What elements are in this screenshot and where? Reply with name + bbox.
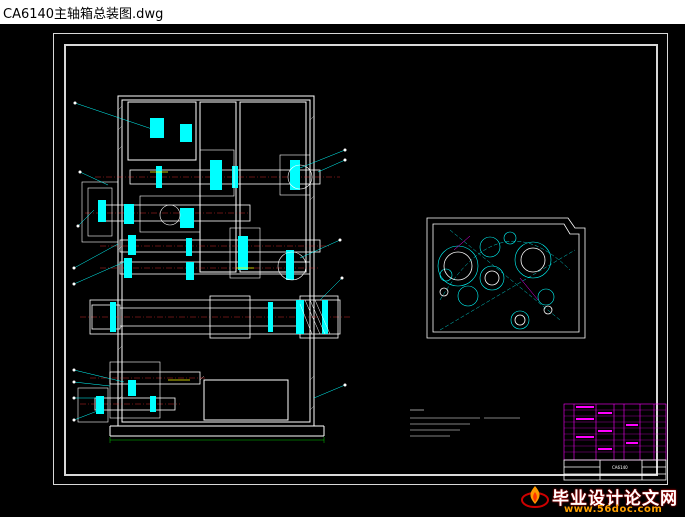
end-view-solid-circles: [439, 247, 553, 326]
watermark-url: www.56doc.com: [564, 504, 663, 515]
cad-drawing[interactable]: [0, 0, 685, 517]
site-watermark: 毕业设计论文网 www.56doc.com: [520, 482, 685, 517]
flame-logo-icon: [521, 486, 549, 508]
title-block: [563, 459, 667, 481]
leader-lines: [73, 102, 346, 421]
end-view-magenta: [453, 235, 539, 301]
end-view-gear-circles: [437, 231, 555, 330]
title-block-drawing-name: CA6140: [612, 465, 628, 470]
parts-list-rows: [564, 409, 666, 453]
technical-notes: [410, 409, 520, 437]
dimension-lines: [109, 437, 325, 443]
parts-list: [563, 403, 667, 461]
gear-outlines: [77, 149, 313, 423]
gears: [96, 118, 300, 414]
yellow-details: [150, 171, 254, 381]
spindle-bearings: [110, 300, 328, 334]
housing-hatching: [117, 105, 315, 411]
